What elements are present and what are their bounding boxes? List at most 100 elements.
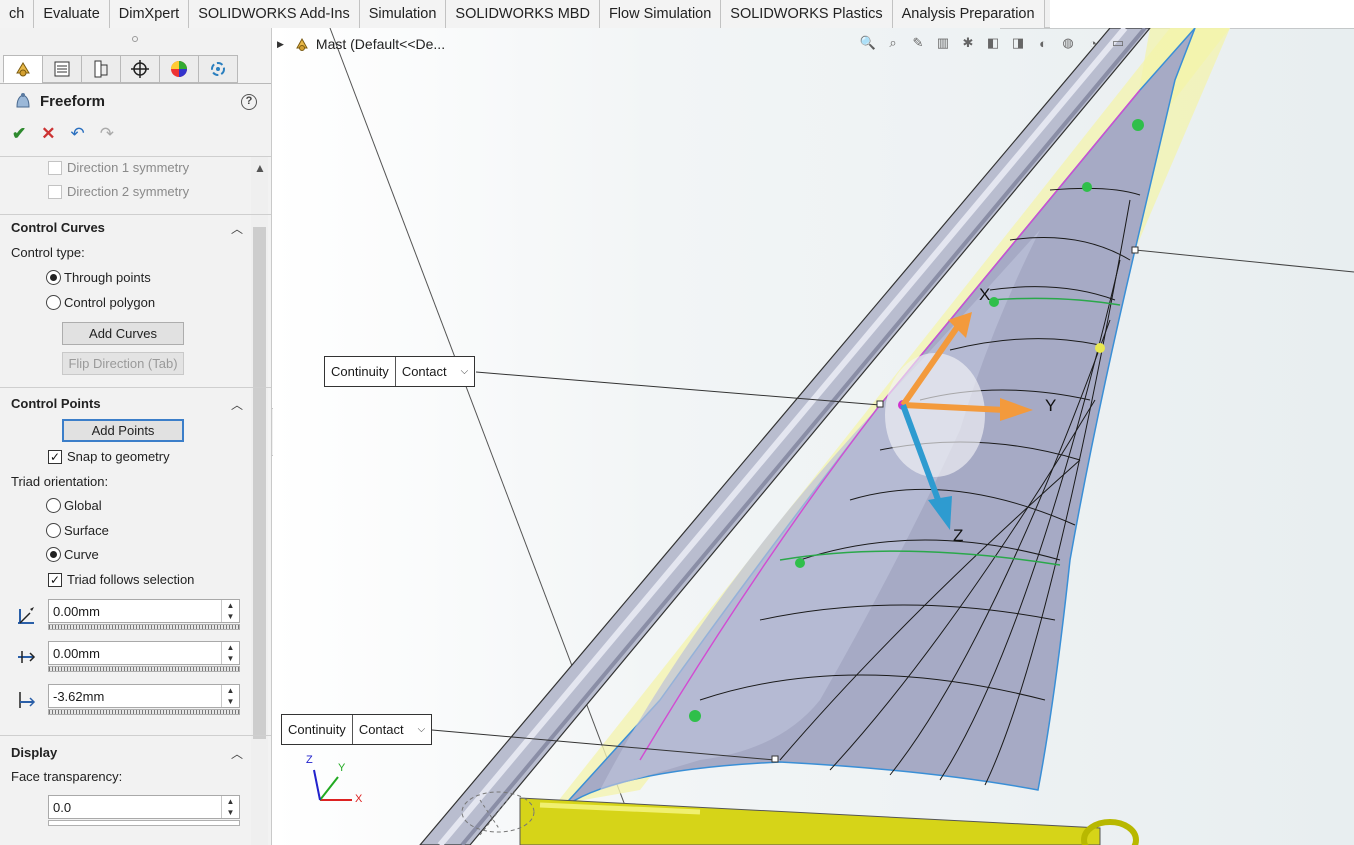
configuration-manager-tab[interactable] [81, 55, 121, 83]
spin-value: -3.62mm [53, 689, 105, 704]
direction-1-spinbox[interactable]: 0.00mm ▲ ▼ [48, 599, 240, 623]
add-points-button[interactable]: Add Points [62, 419, 184, 442]
panel-grip[interactable] [132, 36, 138, 42]
control-point [689, 710, 701, 722]
cam-manager-tab[interactable] [198, 55, 238, 83]
direction-2-spinbox[interactable]: 0.00mm ▲ ▼ [48, 641, 240, 665]
continuity-dropdown[interactable]: Contact ⌵ [353, 715, 431, 744]
direction-3-spinbox[interactable]: -3.62mm ▲ ▼ [48, 684, 240, 708]
feature-manager-tab[interactable] [3, 55, 43, 83]
spin-arrows[interactable]: ▲ ▼ [221, 642, 239, 664]
dynamic-annotation-icon[interactable]: ✱ [958, 33, 978, 53]
cycle-icon [211, 62, 225, 76]
face-transparency-spinbox[interactable]: 0.0 ▲ ▼ [48, 795, 240, 819]
display-section-title[interactable]: Display [11, 745, 57, 760]
spin-down-icon[interactable]: ▼ [222, 611, 239, 622]
spin-down-icon[interactable]: ▼ [222, 807, 239, 818]
snap-to-geometry-checkbox[interactable]: ✓ Snap to geometry [48, 449, 170, 464]
direction-1-slider[interactable] [48, 624, 240, 630]
vertical-scrollbar[interactable]: ▲ [251, 157, 268, 845]
cancel-button[interactable]: ✕ [41, 124, 55, 144]
through-points-radio[interactable]: Through points [46, 270, 151, 285]
boom [519, 797, 1101, 845]
zoom-to-area-icon[interactable]: ⌕ [883, 33, 903, 53]
feature-tree-icon [16, 62, 30, 77]
undo-button[interactable]: ↶ [71, 124, 85, 144]
triad-direction-3-icon [19, 692, 36, 708]
callout-label: Continuity [325, 357, 396, 386]
feature-tree-flyout[interactable]: ▶ Mast (Default<<De... [277, 36, 445, 52]
property-manager-tab[interactable] [42, 55, 82, 83]
spin-up-icon[interactable]: ▲ [222, 642, 239, 653]
spin-arrows[interactable]: ▲ ▼ [221, 685, 239, 707]
tab-evaluate[interactable]: Evaluate [34, 0, 110, 28]
property-list-icon [54, 61, 70, 77]
direction-2-slider[interactable] [48, 666, 240, 672]
radio-indicator [46, 498, 61, 513]
triad-direction-2-icon [18, 651, 36, 663]
display-manager-tab[interactable] [159, 55, 199, 83]
triad-global-radio[interactable]: Global [46, 498, 102, 513]
expand-caret-icon[interactable]: ▶ [277, 39, 284, 50]
redo-button[interactable]: ↷ [100, 124, 114, 144]
graphics-viewport[interactable]: ▶ Mast (Default<<De... 🔍 ⌕ ✎ ▥ ✱ ◧ ◨ ◐ ◍… [273, 28, 1354, 845]
spin-down-icon[interactable]: ▼ [222, 696, 239, 707]
triad-curve-radio[interactable]: Curve [46, 547, 99, 562]
direction-1-symmetry-checkbox[interactable]: Direction 1 symmetry [48, 160, 189, 175]
collapse-chevron-icon[interactable]: ︿ [231, 745, 243, 762]
spin-up-icon[interactable]: ▲ [222, 600, 239, 611]
orientation-y-axis [319, 776, 339, 801]
direction-3-slider[interactable] [48, 709, 240, 715]
tab-plastics[interactable]: SOLIDWORKS Plastics [721, 0, 893, 28]
spin-up-icon[interactable]: ▲ [222, 796, 239, 807]
edit-appearance-icon[interactable]: ◍ [1058, 33, 1078, 53]
zoom-to-fit-icon[interactable]: 🔍 [858, 33, 878, 53]
add-curves-button[interactable]: Add Curves [62, 322, 184, 345]
dimxpert-manager-tab[interactable] [120, 55, 160, 83]
triad-sphere [885, 353, 985, 477]
spin-arrows[interactable]: ▲ ▼ [221, 796, 239, 818]
control-point [1095, 343, 1105, 353]
hide-show-icon[interactable]: ◐ [1033, 33, 1053, 53]
configuration-icon [94, 60, 108, 78]
tab-dimxpert[interactable]: DimXpert [109, 0, 190, 28]
triad-follows-selection-checkbox[interactable]: ✓ Triad follows selection [48, 572, 194, 587]
collapse-chevron-icon[interactable]: ︿ [231, 220, 243, 237]
flip-direction-button[interactable]: Flip Direction (Tab) [62, 352, 184, 375]
tab-simulation[interactable]: Simulation [359, 0, 447, 28]
collapse-chevron-icon[interactable]: ︿ [231, 396, 243, 413]
spin-down-icon[interactable]: ▼ [222, 653, 239, 664]
section-view-icon[interactable]: ▥ [933, 33, 953, 53]
tab-addins[interactable]: SOLIDWORKS Add-Ins [189, 0, 360, 28]
control-point [1082, 182, 1092, 192]
triad-surface-radio[interactable]: Surface [46, 523, 109, 538]
previous-view-icon[interactable]: ✎ [908, 33, 928, 53]
tab-flow-simulation[interactable]: Flow Simulation [599, 0, 722, 28]
face-transparency-slider[interactable] [48, 820, 240, 826]
scrollbar-thumb[interactable] [253, 227, 266, 739]
control-points-section-title[interactable]: Control Points [11, 396, 101, 411]
control-point [1132, 119, 1144, 131]
help-icon[interactable]: ? [241, 94, 257, 110]
control-polygon-radio[interactable]: Control polygon [46, 295, 155, 310]
radio-indicator [46, 523, 61, 538]
apply-scene-icon[interactable]: ◔ [1083, 33, 1103, 53]
direction-2-symmetry-checkbox[interactable]: Direction 2 symmetry [48, 184, 189, 199]
spin-arrows[interactable]: ▲ ▼ [221, 600, 239, 622]
tab-analysis-preparation[interactable]: Analysis Preparation [892, 0, 1045, 28]
option-label: Global [64, 498, 102, 513]
continuity-dropdown[interactable]: Contact ⌵ [396, 357, 474, 386]
spin-up-icon[interactable]: ▲ [222, 685, 239, 696]
display-style-icon[interactable]: ◨ [1008, 33, 1028, 53]
control-curves-section-title[interactable]: Control Curves [11, 220, 105, 235]
tab-sketch[interactable]: ch [0, 0, 35, 28]
view-settings-icon[interactable]: ▭ [1108, 33, 1128, 53]
scroll-up-icon[interactable]: ▲ [254, 161, 266, 175]
view-orientation-icon[interactable]: ◧ [983, 33, 1003, 53]
tab-mbd[interactable]: SOLIDWORKS MBD [446, 0, 600, 28]
crosshair-icon [131, 60, 149, 78]
control-type-label: Control type: [11, 245, 85, 260]
ok-button[interactable]: ✔ [12, 124, 26, 144]
leader-handle [1131, 246, 1139, 254]
triad-y-label: Y [1045, 396, 1057, 415]
